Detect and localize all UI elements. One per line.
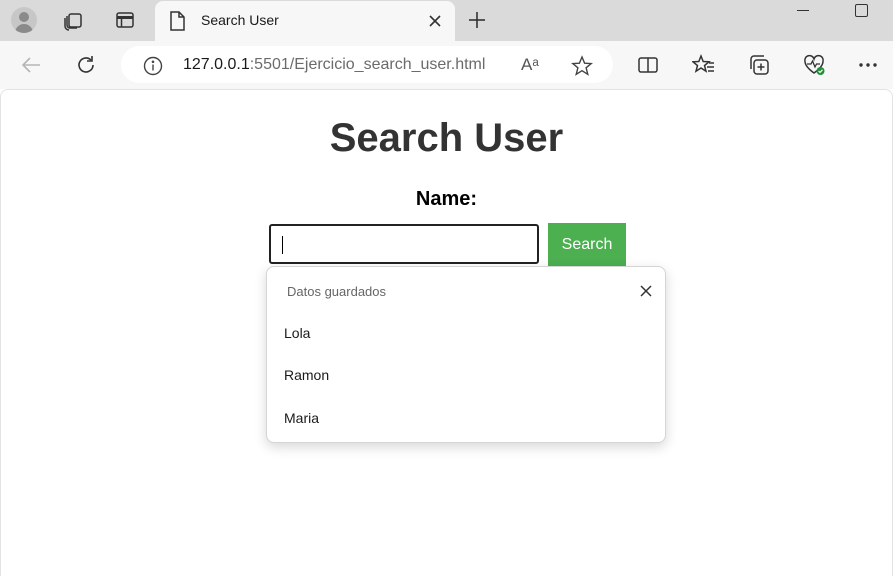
name-label: Name: (415, 188, 478, 210)
maximize-button[interactable] (855, 4, 868, 17)
browser-toolbar: 127.0.0.1:5501/Ejercicio_search_user.htm… (0, 41, 893, 89)
tab-search-user[interactable]: Search User (155, 1, 455, 41)
star-icon[interactable] (570, 55, 594, 82)
workspaces-icon[interactable] (58, 5, 88, 35)
autofill-item[interactable]: Lola (284, 325, 650, 347)
autofill-item[interactable]: Maria (284, 410, 650, 432)
tab-actions-icon[interactable] (110, 5, 140, 35)
back-arrow-icon[interactable] (17, 51, 45, 79)
info-icon[interactable] (143, 56, 163, 81)
page-icon (169, 11, 185, 36)
tab-title: Search User (201, 12, 279, 28)
text-caret (282, 236, 283, 254)
more-icon[interactable] (854, 51, 882, 79)
profile-icon[interactable] (9, 5, 39, 35)
close-icon[interactable] (638, 283, 654, 299)
url-host: 127.0.0.1 (183, 56, 250, 73)
heart-pulse-icon[interactable] (800, 51, 828, 79)
url-path: :5501/Ejercicio_search_user.html (249, 56, 486, 73)
url-text[interactable]: 127.0.0.1:5501/Ejercicio_search_user.htm… (183, 56, 485, 74)
collections-icon[interactable] (745, 51, 773, 79)
minimize-button[interactable] (797, 10, 809, 11)
search-input[interactable] (269, 224, 539, 264)
autofill-item[interactable]: Ramon (284, 367, 650, 389)
favorites-icon[interactable] (690, 51, 718, 79)
close-icon[interactable] (427, 13, 443, 29)
autofill-dropdown: Datos guardados Lola Ramon Maria (266, 266, 666, 443)
autofill-heading: Datos guardados (287, 284, 387, 299)
split-screen-icon[interactable] (634, 51, 662, 79)
reload-icon[interactable] (72, 51, 100, 79)
plus-icon[interactable] (462, 5, 492, 35)
page-title: Search User (329, 116, 564, 160)
tab-strip: Search User (0, 0, 893, 41)
address-bar[interactable]: 127.0.0.1:5501/Ejercicio_search_user.htm… (121, 46, 613, 83)
search-button[interactable]: Search (548, 223, 626, 266)
read-aloud-icon[interactable]: Aᵃ (521, 55, 539, 75)
